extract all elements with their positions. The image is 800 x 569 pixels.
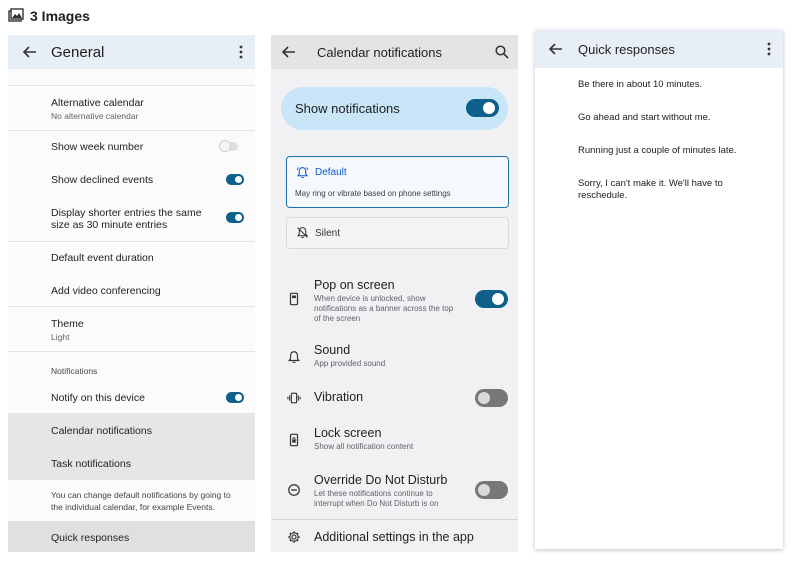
- divider: [8, 351, 255, 352]
- default-option-card[interactable]: Default May ring or vibrate based on pho…: [286, 156, 509, 208]
- section-label: Notifications: [51, 366, 98, 376]
- item-label: Pop on screen: [314, 278, 395, 292]
- silent-label: Silent: [315, 228, 341, 239]
- item-label: Task notifications: [51, 458, 131, 470]
- lock-screen-icon: [287, 433, 301, 447]
- page-title: 3 Images: [30, 8, 90, 24]
- more-vert-icon[interactable]: [231, 42, 251, 62]
- show-notifications-toggle[interactable]: [466, 99, 499, 117]
- item-sub: App provided sound: [314, 359, 386, 368]
- silent-option-card[interactable]: Silent: [286, 217, 509, 249]
- item-sub: notifications as a banner across the top: [314, 304, 454, 313]
- item-label: Additional settings in the app: [314, 530, 474, 544]
- quick-response-item[interactable]: Be there in about 10 minutes.: [578, 79, 768, 91]
- item-label: Vibration: [314, 390, 364, 404]
- gear-icon: [287, 530, 301, 549]
- info-line: You can change default notifications by …: [51, 490, 231, 500]
- shorter-entries-toggle[interactable]: [226, 212, 244, 223]
- declined-events-toggle[interactable]: [226, 174, 244, 185]
- item-label: Show declined events: [51, 174, 154, 186]
- item-sub: No alternative calendar: [51, 111, 139, 121]
- more-vert-icon[interactable]: [759, 39, 779, 59]
- override-dnd-item[interactable]: Override Do Not Disturb Let these notifi…: [271, 473, 518, 513]
- do-not-disturb-icon: [287, 483, 301, 497]
- default-label: Default: [315, 167, 347, 178]
- quick-response-item[interactable]: Go ahead and start without me.: [578, 112, 768, 124]
- quick-responses-topbar: Quick responses: [535, 30, 783, 68]
- item-label: Alternative calendar: [51, 97, 144, 109]
- video-conferencing-item[interactable]: Add video conferencing: [8, 285, 255, 305]
- item-label: Default event duration: [51, 252, 154, 264]
- item-sub: When device is unlocked, show: [314, 294, 426, 303]
- info-line: the individual calendar, for example Eve…: [51, 502, 215, 512]
- item-sub: Let these notifications continue to: [314, 489, 433, 498]
- item-label: Calendar notifications: [51, 425, 152, 437]
- notifications-info: You can change default notifications by …: [8, 490, 255, 516]
- quick-response-item[interactable]: Running just a couple of minutes late.: [578, 145, 768, 157]
- phone-icon: [287, 292, 301, 306]
- back-arrow-icon[interactable]: [20, 42, 40, 62]
- shorter-entries-item[interactable]: Display shorter entries the same size as…: [8, 207, 255, 235]
- vibration-item[interactable]: Vibration: [271, 389, 518, 412]
- vibration-icon: [287, 391, 301, 405]
- task-notifications-item[interactable]: Task notifications: [8, 458, 255, 478]
- default-sub: May ring or vibrate based on phone setti…: [295, 189, 451, 198]
- notify-device-toggle[interactable]: [226, 392, 244, 403]
- back-arrow-icon[interactable]: [279, 42, 299, 62]
- notifications-section-header: Notifications: [8, 366, 255, 380]
- calendar-notifications-topbar: Calendar notifications: [271, 35, 518, 69]
- item-label: Add video conferencing: [51, 285, 161, 297]
- item-label: Override Do Not Disturb: [314, 473, 448, 487]
- quick-responses-title: Quick responses: [578, 41, 675, 57]
- lock-screen-item[interactable]: Lock screen Show all notification conten…: [271, 426, 518, 456]
- additional-settings-item[interactable]: Additional settings in the app: [271, 519, 518, 552]
- item-label: Notify on this device: [51, 392, 145, 404]
- notify-device-item[interactable]: Notify on this device: [8, 392, 255, 412]
- week-number-item[interactable]: Show week number: [8, 140, 255, 161]
- item-sub: Light: [51, 332, 70, 342]
- page-header: 3 Images: [8, 6, 90, 26]
- item-label: Show week number: [51, 141, 144, 153]
- images-icon: [8, 8, 24, 24]
- pop-on-screen-item[interactable]: Pop on screen When device is unlocked, s…: [271, 276, 518, 326]
- bell-off-icon: [296, 226, 309, 244]
- divider: [8, 306, 255, 307]
- quick-responses-item[interactable]: Quick responses: [8, 532, 255, 552]
- item-label: Quick responses: [51, 532, 130, 544]
- divider: [8, 130, 255, 131]
- quick-response-item[interactable]: Sorry, I can't make it. We'll have to re…: [578, 178, 768, 202]
- calendar-notifications-panel: Calendar notifications Show notification…: [271, 35, 518, 552]
- item-sub: of the screen: [314, 314, 361, 323]
- vibration-toggle[interactable]: [475, 389, 508, 407]
- divider: [8, 85, 255, 86]
- back-arrow-icon[interactable]: [546, 39, 566, 59]
- theme-item[interactable]: Theme Light: [8, 318, 255, 350]
- item-label-2: size as 30 minute entries: [51, 219, 168, 231]
- override-dnd-toggle[interactable]: [475, 481, 508, 499]
- item-label: Lock screen: [314, 426, 382, 440]
- search-icon[interactable]: [492, 42, 512, 62]
- general-topbar: General: [8, 35, 255, 69]
- alternative-calendar-item[interactable]: Alternative calendar No alternative cale…: [8, 95, 255, 127]
- calendar-notifications-title: Calendar notifications: [317, 44, 443, 60]
- declined-events-item[interactable]: Show declined events: [8, 174, 255, 194]
- sound-item[interactable]: Sound App provided sound: [271, 343, 518, 373]
- item-sub: Show all notification content: [314, 442, 414, 451]
- show-notifications-banner[interactable]: Show notifications: [281, 87, 508, 130]
- divider: [8, 241, 255, 242]
- default-event-duration-item[interactable]: Default event duration: [8, 252, 255, 272]
- item-sub: interrupt when Do Not Disturb is on: [314, 499, 439, 508]
- week-number-toggle[interactable]: [219, 140, 238, 152]
- calendar-notifications-item[interactable]: Calendar notifications: [8, 425, 255, 445]
- bell-ring-icon: [296, 166, 309, 184]
- general-title: General: [51, 43, 105, 61]
- item-label: Display shorter entries the same: [51, 207, 202, 219]
- pop-on-screen-toggle[interactable]: [475, 290, 508, 308]
- general-settings-panel: General Alternative calendar No alternat…: [8, 35, 255, 552]
- show-notifications-label: Show notifications: [295, 101, 400, 116]
- item-label: Theme: [51, 318, 84, 330]
- quick-responses-panel: Quick responses Be there in about 10 min…: [535, 30, 783, 549]
- bell-icon: [287, 350, 301, 364]
- item-label: Sound: [314, 343, 351, 357]
